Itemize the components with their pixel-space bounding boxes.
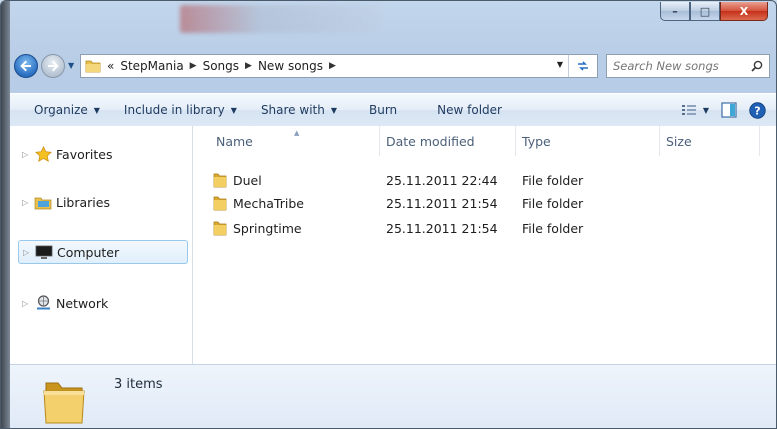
expand-arrow-icon[interactable]: ▷ — [22, 198, 32, 207]
share-with-button[interactable]: Share with ▼ — [261, 94, 337, 126]
chevron-down-icon: ▼ — [230, 105, 237, 115]
column-header-name[interactable]: ▲ Name — [210, 126, 380, 156]
column-header-type[interactable]: Type — [516, 126, 660, 156]
sidebar-item-libraries[interactable]: ▷ Libraries — [18, 190, 188, 214]
blurred-background-title — [180, 5, 380, 33]
sidebar-item-favorites[interactable]: ▷ Favorites — [18, 142, 188, 166]
background-window-edge — [1, 1, 10, 428]
caption-buttons: – □ X — [660, 2, 768, 21]
svg-text:?: ? — [754, 104, 760, 117]
refresh-button[interactable] — [568, 55, 597, 77]
preview-pane-button[interactable] — [721, 94, 737, 126]
breadcrumb-overflow[interactable]: « — [107, 59, 114, 73]
search-input[interactable] — [613, 59, 743, 73]
file-date-modified: 25.11.2011 22:44 — [386, 173, 498, 188]
address-dropdown-icon[interactable]: ▼ — [557, 60, 563, 69]
folder-icon — [43, 382, 85, 424]
folder-icon — [213, 173, 227, 188]
organize-button[interactable]: Organize ▼ — [34, 94, 100, 126]
burn-label: Burn — [369, 103, 398, 117]
forward-button[interactable] — [41, 54, 65, 78]
column-header-label: Type — [522, 133, 551, 149]
change-view-button[interactable]: ▼ — [681, 94, 709, 126]
burn-button[interactable]: Burn — [369, 94, 397, 126]
title-bar[interactable]: – □ X — [10, 1, 776, 45]
sidebar-item-computer[interactable]: ▷ Computer — [18, 240, 188, 264]
file-name: MechaTribe — [233, 196, 304, 211]
table-row[interactable]: Springtime 25.11.2011 21:54 File folder — [193, 218, 776, 240]
file-type: File folder — [522, 221, 584, 236]
sidebar-item-label: Favorites — [56, 146, 113, 162]
preview-pane-icon — [721, 102, 737, 118]
navigation-pane[interactable]: ▷ Favorites ▷ Libraries ▷ Computer ▷ Net… — [10, 126, 193, 364]
breadcrumb: « StepMania ▶ Songs ▶ New songs ▶ — [107, 59, 336, 73]
back-arrow-icon — [20, 60, 31, 72]
refresh-icon — [578, 61, 588, 71]
navigation-row: ▼ « StepMania ▶ Songs ▶ New songs ▶ ▼ — [14, 54, 770, 80]
network-icon — [34, 295, 52, 311]
breadcrumb-separator-icon[interactable]: ▶ — [329, 61, 336, 71]
column-header-label: Name — [216, 133, 253, 149]
breadcrumb-new-songs[interactable]: New songs — [258, 59, 323, 73]
file-date-modified: 25.11.2011 21:54 — [386, 221, 498, 236]
command-bar: Organize ▼ Include in library ▼ Share wi… — [10, 93, 776, 127]
organize-label: Organize — [34, 103, 88, 117]
sidebar-item-label: Libraries — [56, 194, 110, 210]
file-date-modified: 25.11.2011 21:54 — [386, 196, 498, 211]
folder-icon — [85, 60, 101, 73]
include-in-library-button[interactable]: Include in library ▼ — [124, 94, 237, 126]
expand-arrow-icon[interactable]: ▷ — [23, 248, 33, 257]
breadcrumb-separator-icon[interactable]: ▶ — [190, 61, 197, 71]
column-header-size[interactable]: Size — [660, 126, 760, 156]
folder-icon — [213, 221, 227, 236]
new-folder-button[interactable]: New folder — [437, 94, 502, 126]
file-name: Springtime — [233, 221, 302, 236]
chevron-down-icon: ▼ — [702, 105, 709, 115]
view-controls: ▼ ? — [681, 94, 766, 126]
file-name: Duel — [233, 173, 262, 188]
search-box[interactable] — [606, 54, 770, 78]
expand-arrow-icon[interactable]: ▷ — [22, 150, 32, 159]
column-header-label: Size — [666, 133, 692, 149]
file-type: File folder — [522, 196, 584, 211]
breadcrumb-separator-icon[interactable]: ▶ — [245, 61, 252, 71]
breadcrumb-stepmania[interactable]: StepMania — [120, 59, 183, 73]
sort-ascending-icon: ▲ — [294, 129, 300, 137]
content-area: ▷ Favorites ▷ Libraries ▷ Computer ▷ Net… — [10, 126, 776, 364]
table-row[interactable]: MechaTribe 25.11.2011 21:54 File folder — [193, 193, 776, 215]
column-header-date-modified[interactable]: Date modified — [380, 126, 516, 156]
file-list[interactable]: ▲ Name Date modified Type Size Duel 25.1… — [193, 126, 776, 364]
computer-icon — [35, 244, 53, 260]
forward-arrow-icon — [48, 60, 59, 72]
maximize-button[interactable]: □ — [690, 2, 720, 21]
sidebar-item-label: Computer — [57, 244, 120, 260]
minimize-button[interactable]: – — [660, 2, 690, 21]
folder-icon — [213, 196, 227, 211]
item-count: 3 items — [114, 377, 163, 392]
library-icon — [34, 194, 52, 210]
column-header-label: Date modified — [386, 133, 475, 149]
breadcrumb-songs[interactable]: Songs — [203, 59, 239, 73]
sidebar-item-label: Network — [56, 295, 109, 311]
sidebar-item-network[interactable]: ▷ Network — [18, 291, 188, 315]
view-details-icon — [681, 105, 696, 115]
new-folder-label: New folder — [437, 103, 502, 117]
share-with-label: Share with — [260, 103, 325, 117]
close-button[interactable]: X — [720, 2, 768, 21]
back-button[interactable] — [14, 54, 38, 78]
file-type: File folder — [522, 173, 584, 188]
help-button[interactable]: ? — [749, 94, 766, 126]
address-bar[interactable]: « StepMania ▶ Songs ▶ New songs ▶ ▼ — [80, 54, 598, 78]
help-icon: ? — [749, 101, 766, 119]
star-icon — [34, 146, 52, 162]
chevron-down-icon: ▼ — [93, 105, 100, 115]
chevron-down-icon: ▼ — [330, 105, 337, 115]
recent-pages-dropdown[interactable]: ▼ — [68, 61, 78, 71]
details-pane: 3 items — [10, 364, 776, 428]
explorer-window: – □ X ▼ « StepMania ▶ Songs ▶ New songs … — [0, 0, 777, 429]
table-row[interactable]: Duel 25.11.2011 22:44 File folder — [193, 170, 776, 192]
search-icon[interactable] — [751, 60, 763, 72]
expand-arrow-icon[interactable]: ▷ — [22, 299, 32, 308]
include-in-library-label: Include in library — [123, 103, 225, 117]
